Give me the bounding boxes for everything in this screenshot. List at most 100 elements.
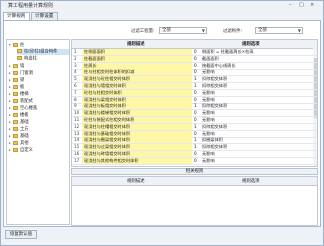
tree-item[interactable]: 柱(砼柱)组合构件 — [17, 49, 69, 55]
rule-option-cell[interactable]: 截面面积 — [202, 56, 219, 62]
row-number: 3 — [74, 62, 77, 68]
tree-item[interactable]: ▸ 空心楼盖 — [9, 105, 69, 111]
rule-desc-cell: 现浇柱与板相交时体积 — [82, 103, 192, 110]
expand-icon[interactable]: ▸ — [9, 112, 12, 118]
tree-item-label: 墙 — [20, 64, 25, 69]
tree-item[interactable]: ▸ 梁 — [9, 77, 69, 83]
table-row[interactable]: 17 现浇柱与其他构件相交时体积 0 无影响 — [72, 157, 317, 165]
sub-grid-header: 规则描述 规则选项 — [72, 177, 317, 186]
row-number: 5 — [74, 76, 77, 82]
rule-desc-cell: 现浇柱与梁相交时体积 — [82, 96, 192, 103]
maximize-icon[interactable]: □ — [299, 2, 304, 8]
grid-header-desc: 规则描述 — [127, 42, 145, 47]
tree-item[interactable]: ▸ 板 — [9, 84, 69, 90]
tree-item-label: 空心楼盖 — [20, 106, 38, 111]
tree-item[interactable]: ▸ 土方 — [9, 126, 69, 132]
folder-icon — [13, 98, 18, 103]
tree-item[interactable]: ▸ 基础 — [9, 133, 69, 139]
row-number: 6 — [74, 83, 77, 88]
expand-icon[interactable]: ▸ — [9, 70, 12, 76]
expand-icon[interactable]: ▸ — [9, 98, 12, 104]
rule-value-cell: 0 — [194, 49, 197, 54]
tree-item[interactable]: ▸ 墙 — [9, 63, 69, 69]
expand-icon[interactable]: ▸ — [9, 133, 12, 139]
rule-option-cell[interactable]: 按截面中心线周长 — [202, 63, 236, 69]
rule-desc-cell: 柱周长 — [82, 62, 192, 69]
rule-option-cell[interactable]: 无影响 — [202, 97, 215, 103]
collapse-icon[interactable]: ▾ — [9, 42, 12, 48]
folder-icon — [13, 105, 18, 110]
folder-icon — [13, 133, 18, 138]
tree-item-label: 楼板 — [20, 113, 29, 118]
rule-option-cell[interactable]: 无影响 — [202, 131, 215, 137]
tree-item[interactable]: 构造柱 — [17, 56, 69, 62]
expand-icon[interactable]: ▸ — [9, 77, 12, 83]
row-number: 11 — [74, 117, 80, 122]
expand-icon[interactable]: ▸ — [9, 84, 12, 90]
rule-value-cell: 1 — [194, 76, 197, 82]
row-number: 9 — [74, 103, 77, 109]
component-tree[interactable]: ▾ 柱柱(砼柱)组合构件 构造柱 ▸ 墙 ▸ 门窗洞 ▸ 梁 ▸ 板 ▸ 楼梯 ▸ 装配式 ▸ 空心楼盖 ▸ 楼板 ▸… — [6, 39, 70, 225]
row-number: 4 — [74, 69, 77, 75]
rule-option-cell[interactable]: 扣除相交体积 — [202, 83, 227, 89]
expand-icon[interactable]: ▸ — [9, 126, 12, 132]
tree-item[interactable]: ▸ 其他 — [9, 140, 69, 146]
tree-item-label: 楼梯 — [20, 92, 29, 97]
row-number: 15 — [74, 144, 80, 150]
rule-option-cell[interactable]: 扣除相交体积 — [202, 103, 227, 109]
expand-icon[interactable]: ▸ — [9, 147, 12, 153]
folder-icon — [13, 77, 18, 82]
rule-value-cell: 1 — [194, 137, 197, 143]
rule-option-cell[interactable]: 无影响 — [202, 69, 215, 75]
tree-item[interactable]: ▸ 楼板 — [9, 112, 69, 118]
expand-icon[interactable]: ▸ — [9, 63, 12, 69]
chevron-down-icon: ▼ — [297, 28, 301, 33]
rule-option-cell[interactable]: 无影响 — [202, 110, 215, 116]
minimize-icon[interactable]: – — [289, 2, 292, 8]
rule-option-cell[interactable]: 扣圈梁体积 — [202, 137, 223, 143]
row-number: 7 — [74, 89, 77, 95]
title-bar: 算工程用量计算规则 – □ × — [1, 1, 323, 10]
component-filter-select[interactable]: 全部 ▼ — [255, 27, 303, 34]
row-number: 10 — [74, 110, 80, 116]
rule-option-cell[interactable]: 侧面积 = 柱截面周长×柱高 — [202, 49, 254, 55]
rule-option-cell[interactable]: 扣除相交体积 — [202, 144, 227, 150]
rules-window: 算工程用量计算规则 – □ × 计算规则 计算设置 过滤工程量: 全部 ▼ 过滤… — [0, 0, 324, 246]
rule-value-cell: 1 — [194, 103, 197, 109]
tree-item-label: 板 — [20, 85, 25, 90]
rule-option-cell[interactable]: 无影响 — [202, 151, 215, 157]
related-rules-button[interactable]: 相关规则 — [71, 168, 318, 175]
rule-value-cell: 0 — [194, 110, 197, 116]
rule-option-cell[interactable]: 无影响 — [202, 117, 215, 123]
rule-option-cell[interactable]: 无影响 — [202, 90, 215, 96]
tree-item[interactable]: ▸ 基础 — [9, 119, 69, 125]
tab-calc-rules[interactable]: 计算规则 — [3, 12, 30, 20]
close-icon[interactable]: × — [310, 2, 314, 8]
tree-item[interactable]: ▸ 楼梯 — [9, 91, 69, 97]
tree-item[interactable]: ▸ 门窗洞 — [9, 70, 69, 76]
rule-desc-cell: 现浇柱与砖墙相交时体积 — [82, 151, 192, 157]
rule-option-cell[interactable]: 无影响 — [202, 158, 215, 164]
tree-item-label: 柱 — [20, 43, 25, 48]
expand-icon[interactable]: ▸ — [9, 140, 12, 146]
window-title: 算工程用量计算规则 — [8, 3, 54, 9]
folder-icon — [13, 70, 18, 75]
tree-item[interactable]: ▾ 柱 — [9, 42, 69, 48]
expand-icon[interactable]: ▸ — [9, 119, 12, 125]
folder-icon — [13, 147, 18, 152]
component-filter-value: 全部 — [258, 28, 267, 33]
rule-desc-cell: 现浇柱与柱帽相交时体积 — [82, 123, 192, 130]
restore-defaults-button[interactable]: 恢复默认值 — [5, 230, 37, 239]
tree-item[interactable]: ▸ 自定义 — [9, 147, 69, 153]
rule-desc-cell: 柱侧面面积 — [82, 49, 192, 55]
expand-icon[interactable]: ▸ — [9, 105, 12, 111]
tab-calc-settings[interactable]: 计算设置 — [31, 12, 58, 20]
rule-option-cell[interactable]: 扣除相交体积 — [202, 76, 227, 82]
project-filter-select[interactable]: 全部 ▼ — [159, 27, 207, 34]
rule-desc-cell: 砼柱与柱相交时体积 — [82, 89, 192, 96]
rule-option-cell[interactable]: 扣除相交体积 — [202, 124, 227, 130]
tree-item-label: 自定义 — [20, 148, 33, 153]
folder-icon — [17, 56, 22, 60]
expand-icon[interactable]: ▸ — [9, 91, 12, 97]
tree-item[interactable]: ▸ 装配式 — [9, 98, 69, 104]
